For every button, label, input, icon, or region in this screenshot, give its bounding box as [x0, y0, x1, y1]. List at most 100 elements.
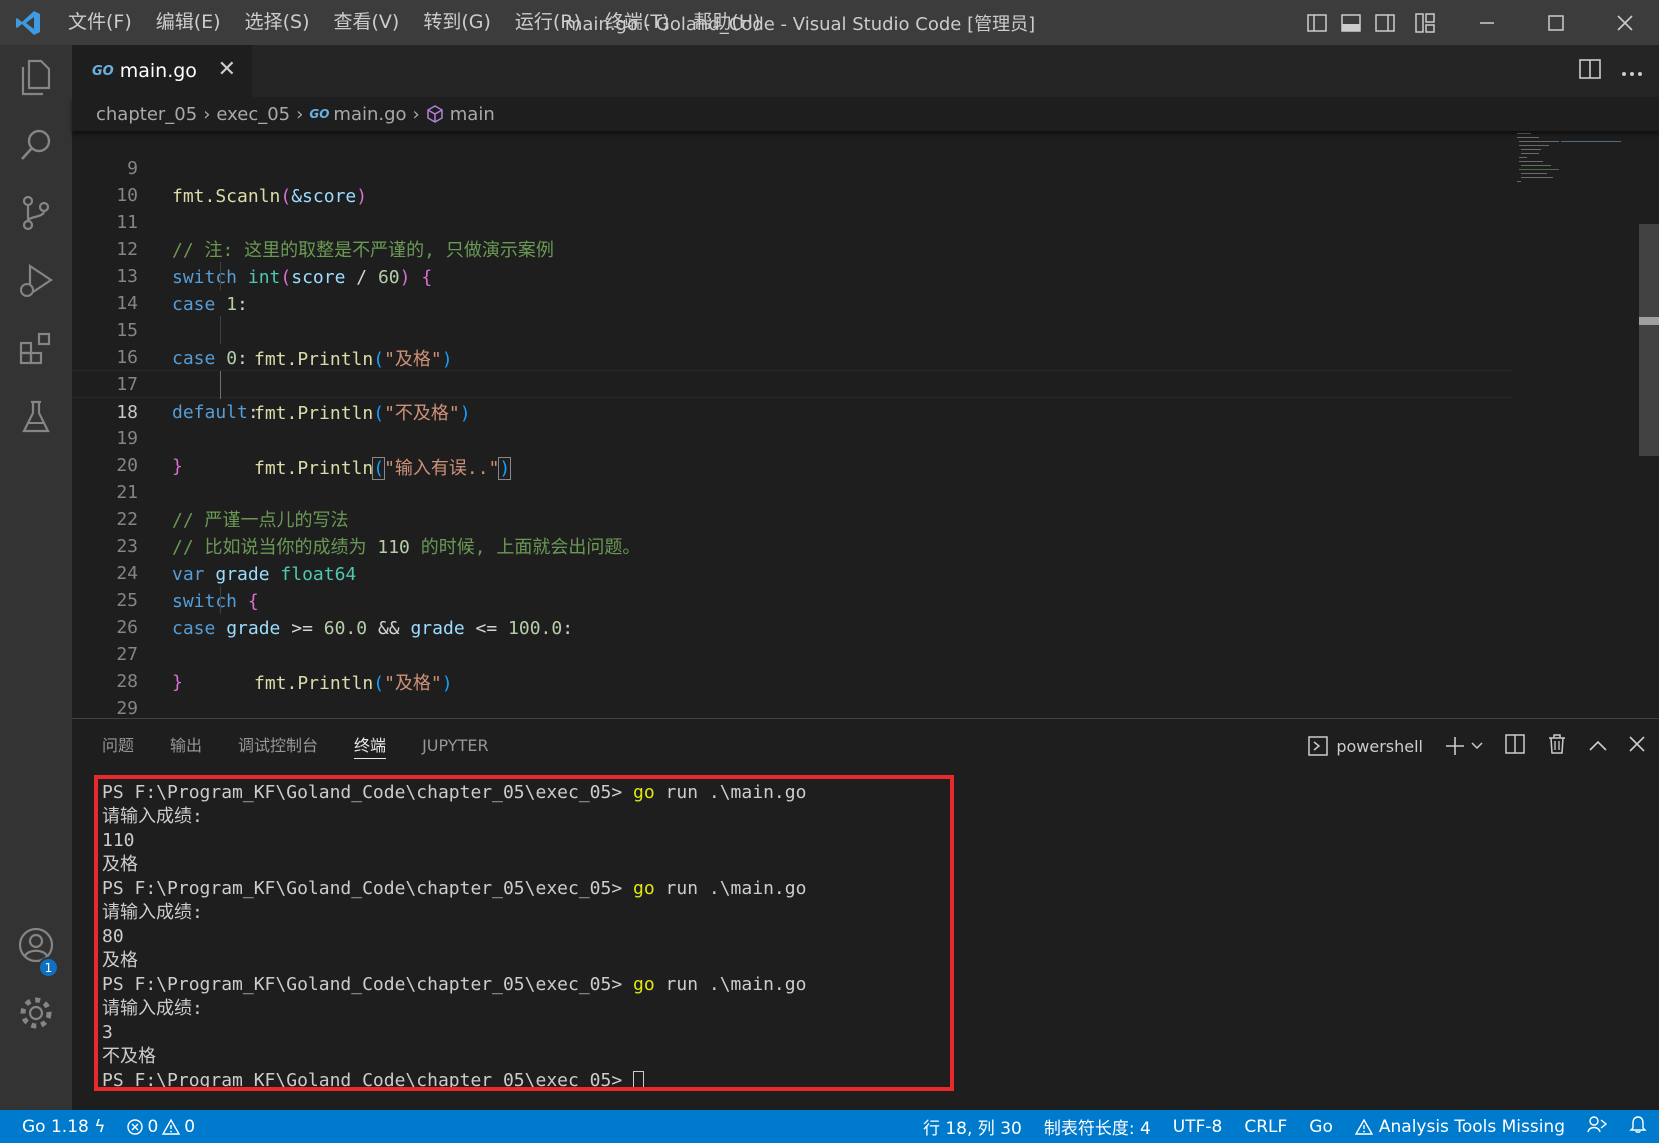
code-line: 17 default: — [72, 343, 1512, 423]
trash-icon[interactable] — [1547, 733, 1567, 759]
editor-tab-bar: GO main.go ✕ — [72, 45, 1659, 97]
code-line: 22 // 比如说当你的成绩为 110 的时候, 上面就会出问题。 — [72, 478, 1512, 558]
maximize-icon[interactable] — [1521, 0, 1590, 45]
menu-selection[interactable]: 选择(S) — [233, 0, 322, 45]
plus-icon — [1446, 737, 1464, 755]
encoding-status[interactable]: UTF-8 — [1173, 1117, 1223, 1137]
explorer-icon[interactable] — [0, 45, 72, 109]
code-line: 25 case grade >= 60.0 && grade <= 100.0: — [72, 559, 1512, 639]
breadcrumb-file[interactable]: main.go — [333, 104, 406, 125]
chevron-right-icon: › — [296, 103, 304, 125]
tab-output[interactable]: 输出 — [170, 719, 202, 773]
breadcrumb: chapter_05 › exec_05 › GO main.go › main — [72, 97, 1659, 131]
tab-debug-console[interactable]: 调试控制台 — [238, 719, 318, 773]
go-version-status[interactable]: Go 1.18 ϟ — [22, 1117, 105, 1137]
toggle-panel-icon[interactable] — [1334, 0, 1368, 45]
menu-file[interactable]: 文件(F) — [56, 0, 144, 45]
menu-terminal[interactable]: 终端(T) — [593, 0, 681, 45]
editor-scrollbar[interactable] — [1639, 224, 1659, 456]
more-actions-icon[interactable] — [1621, 62, 1643, 81]
cube-symbol-icon — [426, 105, 444, 123]
cursor-position-status[interactable]: 行 18, 列 30 — [923, 1114, 1022, 1139]
search-icon[interactable] — [0, 113, 72, 177]
code-line: 12 switch int(score / 60) { — [72, 208, 1512, 288]
code-line: 10 — [72, 154, 1512, 206]
code-line: 27 } — [72, 613, 1512, 693]
tab-label: main.go — [119, 60, 197, 82]
tab-problems[interactable]: 问题 — [102, 719, 134, 773]
terminal-icon — [1308, 736, 1329, 756]
new-terminal-button[interactable] — [1445, 736, 1483, 756]
shell-label: powershell — [1336, 736, 1423, 756]
menu-run[interactable]: 运行(R) — [503, 0, 593, 45]
tab-jupyter[interactable]: JUPYTER — [422, 719, 489, 773]
problems-status[interactable]: 0 0 — [127, 1117, 195, 1137]
code-line: 29 } — [72, 667, 1512, 718]
menu-help[interactable]: 帮助(H) — [681, 0, 772, 45]
lightning-icon: ϟ — [94, 1116, 106, 1137]
close-panel-icon[interactable] — [1629, 736, 1645, 756]
eol-status[interactable]: CRLF — [1244, 1117, 1287, 1137]
language-mode-status[interactable]: Go — [1309, 1117, 1333, 1137]
chevron-down-icon — [1471, 742, 1483, 750]
code-line: 11 // 注: 这里的取整是不严谨的, 只做演示案例 — [72, 181, 1512, 261]
code-line: 21 // 严谨一点儿的写法 — [72, 451, 1512, 531]
live-share-icon[interactable] — [1587, 1115, 1608, 1138]
chevron-right-icon: › — [203, 103, 211, 125]
code-line: 14 fmt.Println("及格") — [72, 262, 1512, 370]
menu-go[interactable]: 转到(G) — [411, 0, 503, 45]
toggle-secondary-sidebar-icon[interactable] — [1368, 0, 1402, 45]
minimap[interactable] — [1515, 131, 1635, 191]
toggle-primary-sidebar-icon[interactable] — [1300, 0, 1334, 45]
testing-icon[interactable] — [0, 385, 72, 449]
tab-size-status[interactable]: 制表符长度: 4 — [1044, 1114, 1151, 1139]
tab-main-go[interactable]: GO main.go ✕ — [72, 45, 252, 97]
code-line: 15 case 0: — [72, 289, 1512, 369]
code-line: 13 case 1: — [72, 235, 1512, 315]
chevron-right-icon: › — [412, 103, 420, 125]
run-debug-icon[interactable] — [0, 249, 72, 313]
analysis-tools-status[interactable]: Analysis Tools Missing — [1354, 1117, 1565, 1137]
menu-view[interactable]: 查看(V) — [322, 0, 412, 45]
breadcrumb-folder-chapter[interactable]: chapter_05 — [96, 104, 197, 125]
go-file-icon: GO — [309, 107, 330, 121]
tab-terminal[interactable]: 终端 — [354, 719, 387, 773]
title-bar: 文件(F) 编辑(E) 选择(S) 查看(V) 转到(G) 运行(R) 终端(T… — [0, 0, 1659, 45]
menu-edit[interactable]: 编辑(E) — [144, 0, 233, 45]
code-line: 16 fmt.Println("不及格") — [72, 316, 1512, 424]
accounts-icon[interactable]: 1 — [0, 913, 72, 978]
menu-bar: 文件(F) 编辑(E) 选择(S) 查看(V) 转到(G) 运行(R) 终端(T… — [56, 0, 772, 45]
extensions-icon[interactable] — [0, 317, 72, 381]
minimize-icon[interactable] — [1452, 0, 1521, 45]
tab-close-icon[interactable]: ✕ — [218, 57, 236, 82]
status-bar: Go 1.18 ϟ 0 0 行 18, 列 30 制表符长度: 4 UTF-8 … — [0, 1110, 1659, 1143]
breadcrumb-folder-exec[interactable]: exec_05 — [216, 104, 290, 125]
code-line: 20 — [72, 424, 1512, 476]
terminal-output[interactable]: PS F:\Program_KF\Goland_Code\chapter_05\… — [94, 775, 954, 1091]
maximize-panel-icon[interactable] — [1589, 737, 1607, 756]
settings-gear-icon[interactable] — [0, 981, 72, 1045]
split-editor-icon[interactable] — [1579, 59, 1601, 83]
activity-bar: 1 — [0, 45, 72, 1110]
annotation-highlight-box — [94, 775, 954, 1091]
notifications-bell-icon[interactable] — [1629, 1115, 1647, 1138]
close-window-icon[interactable] — [1590, 0, 1659, 45]
split-terminal-icon[interactable] — [1505, 734, 1525, 758]
code-line: 9 fmt.Scanln(&score) — [72, 131, 1512, 207]
code-editor[interactable]: 9 fmt.Scanln(&score) 10 11 // 注: 这里的取整是不… — [72, 131, 1659, 718]
terminal-shell-selector[interactable]: powershell — [1308, 736, 1423, 756]
go-file-icon: GO — [92, 63, 114, 79]
customize-layout-icon[interactable] — [1408, 0, 1442, 45]
line-number: 29 — [116, 698, 138, 718]
code-line: 23 var grade float64 — [72, 505, 1512, 585]
bottom-panel: 问题 输出 调试控制台 终端 JUPYTER powershell PS F:\… — [72, 718, 1659, 1110]
source-control-icon[interactable] — [0, 181, 72, 245]
code-line: 28 — [72, 640, 1512, 692]
scrollbar-cursor-marker — [1639, 317, 1659, 325]
code-line: 24 switch { — [72, 532, 1512, 612]
breadcrumb-symbol[interactable]: main — [450, 104, 495, 125]
panel-tabs: 问题 输出 调试控制台 终端 JUPYTER — [72, 719, 525, 773]
warning-icon — [162, 1118, 181, 1135]
warning-icon — [1354, 1118, 1373, 1135]
error-icon — [127, 1118, 144, 1135]
